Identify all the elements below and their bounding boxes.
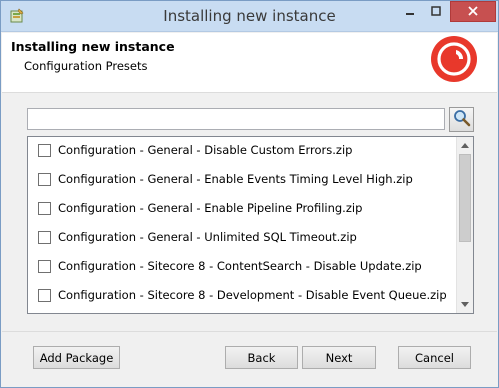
package-label: Configuration - Sitecore 8 - Development…: [58, 288, 447, 302]
list-item[interactable]: Configuration - General - Disable Custom…: [38, 140, 352, 160]
list-item[interactable]: Configuration - Sitecore 8 - Development…: [38, 285, 447, 305]
package-label: Configuration - Sitecore 8 - ContentSear…: [58, 259, 422, 273]
list-scrollbar[interactable]: [456, 137, 473, 313]
list-item[interactable]: Configuration - General - Enable Events …: [38, 169, 413, 189]
scroll-up-button[interactable]: [457, 137, 473, 154]
package-checkbox[interactable]: [38, 201, 51, 215]
list-item[interactable]: Configuration - Sitecore 8 - ContentSear…: [38, 256, 422, 276]
maximize-icon: [431, 5, 441, 19]
package-label: Configuration - General - Enable Events …: [58, 172, 413, 186]
wizard-subtitle: Configuration Presets: [24, 59, 148, 73]
package-checkbox[interactable]: [38, 172, 51, 186]
cancel-button[interactable]: Cancel: [398, 346, 471, 369]
installer-window: Installing new instance Installing new i…: [0, 0, 499, 388]
sitecore-logo: [430, 35, 478, 83]
package-checkbox[interactable]: [38, 288, 51, 302]
list-item[interactable]: Configuration - General - Enable Pipelin…: [38, 198, 362, 218]
maximize-button[interactable]: [423, 1, 449, 22]
next-button[interactable]: Next: [302, 346, 376, 369]
scroll-thumb[interactable]: [459, 154, 471, 242]
package-checkbox[interactable]: [38, 230, 51, 244]
arrow-down-icon: [461, 300, 469, 309]
wizard-title: Installing new instance: [11, 39, 175, 54]
add-package-button[interactable]: Add Package: [33, 346, 120, 369]
close-button[interactable]: [450, 1, 496, 22]
minimize-icon: [405, 5, 415, 19]
package-label: Configuration - General - Disable Custom…: [58, 143, 353, 157]
close-icon: [468, 5, 478, 19]
magnifier-icon: [453, 109, 471, 130]
package-label: Configuration - General - Unlimited SQL …: [58, 230, 357, 244]
scroll-down-button[interactable]: [457, 296, 473, 313]
wizard-header: Installing new instance Configuration Pr…: [2, 33, 497, 93]
package-label: Configuration - General - Enable Pipelin…: [58, 201, 363, 215]
package-checkbox[interactable]: [38, 143, 51, 157]
search-button[interactable]: [449, 107, 474, 132]
package-list[interactable]: Configuration - General - Disable Custom…: [27, 136, 474, 314]
package-checkbox[interactable]: [38, 259, 51, 273]
search-input[interactable]: [27, 108, 445, 130]
minimize-button[interactable]: [397, 1, 423, 22]
arrow-up-icon: [461, 141, 469, 150]
list-item[interactable]: Configuration - General - Unlimited SQL …: [38, 227, 357, 247]
back-button[interactable]: Back: [225, 346, 298, 369]
footer-divider: [2, 331, 497, 332]
title-bar[interactable]: Installing new instance: [1, 1, 498, 32]
